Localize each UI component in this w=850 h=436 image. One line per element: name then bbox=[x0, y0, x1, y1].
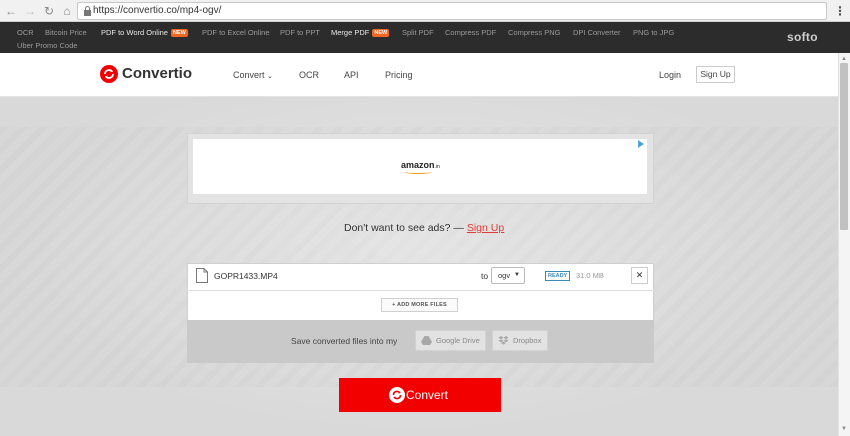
softo-link-merge-pdf[interactable]: Merge PDF NEW bbox=[331, 28, 390, 37]
login-link[interactable]: Login bbox=[659, 70, 681, 80]
convertio-logo-text[interactable]: Convertio bbox=[122, 65, 192, 82]
no-ads-signup-link[interactable]: Sign Up bbox=[467, 222, 504, 234]
nav-api[interactable]: API bbox=[344, 70, 359, 80]
no-ads-text: Don't want to see ads? — Sign Up bbox=[344, 222, 505, 234]
convert-icon bbox=[389, 387, 405, 403]
adchoices-icon[interactable] bbox=[637, 140, 645, 148]
url-text: https://convertio.co/mp4-ogv/ bbox=[93, 5, 222, 16]
convert-button[interactable]: Convert bbox=[339, 378, 501, 412]
scrollbar-thumb[interactable] bbox=[840, 63, 848, 230]
file-size: 31.0 MB bbox=[576, 271, 604, 280]
browser-menu-icon[interactable]: ⋮ bbox=[834, 3, 846, 19]
softo-link-pdf-to-ppt[interactable]: PDF to PPT bbox=[280, 28, 320, 37]
reload-icon[interactable]: ↻ bbox=[41, 3, 57, 19]
softo-bar: OCR Bitcoin Price PDF to Word Online NEW … bbox=[0, 22, 850, 53]
nav-convert[interactable]: Convert ⌄ bbox=[233, 70, 273, 80]
softo-link-compress-png[interactable]: Compress PNG bbox=[508, 28, 561, 37]
to-label: to bbox=[481, 271, 489, 281]
dropbox-icon bbox=[498, 336, 509, 345]
save-label: Save converted files into my bbox=[291, 336, 398, 346]
forward-arrow-icon[interactable]: → bbox=[22, 3, 38, 19]
browser-toolbar: ← → ↻ ⌂ https://convertio.co/mp4-ogv/ ⋮ bbox=[0, 0, 850, 22]
add-more-files-button[interactable]: + ADD MORE FILES bbox=[381, 298, 458, 312]
signup-button[interactable]: Sign Up bbox=[696, 66, 735, 83]
address-bar[interactable]: https://convertio.co/mp4-ogv/ bbox=[77, 2, 827, 20]
amazon-logo[interactable]: amazon.in bbox=[401, 160, 440, 170]
target-format-select[interactable]: ogv ▼ bbox=[491, 267, 525, 284]
site-header: Convertio Convert ⌄ OCR API Pricing Logi… bbox=[0, 53, 838, 97]
new-badge: NEW bbox=[372, 29, 390, 37]
home-icon[interactable]: ⌂ bbox=[59, 3, 75, 19]
softo-logo[interactable]: softo bbox=[787, 30, 818, 44]
google-drive-button[interactable]: Google Drive bbox=[415, 330, 486, 351]
softo-link-bitcoin-price[interactable]: Bitcoin Price bbox=[45, 28, 87, 37]
file-name: GOPR1433.MP4 bbox=[214, 271, 278, 281]
softo-link-pdf-to-word[interactable]: PDF to Word Online NEW bbox=[101, 28, 188, 37]
scroll-down-icon[interactable]: ▼ bbox=[841, 426, 847, 432]
nav-ocr[interactable]: OCR bbox=[299, 70, 319, 80]
softo-link-ocr[interactable]: OCR bbox=[17, 28, 34, 37]
softo-link-compress-pdf[interactable]: Compress PDF bbox=[445, 28, 496, 37]
google-drive-icon bbox=[421, 336, 432, 345]
softo-link-uber-promo[interactable]: Uber Promo Code bbox=[17, 41, 77, 50]
softo-link-pdf-to-excel[interactable]: PDF to Excel Online bbox=[202, 28, 270, 37]
softo-link-dpi-converter[interactable]: DPI Converter bbox=[573, 28, 621, 37]
status-badge: READY bbox=[545, 271, 571, 281]
scroll-up-icon[interactable]: ▲ bbox=[841, 56, 847, 62]
file-icon bbox=[196, 268, 208, 283]
new-badge: NEW bbox=[170, 29, 188, 37]
dropbox-button[interactable]: Dropbox bbox=[492, 330, 548, 351]
caret-down-icon: ▼ bbox=[514, 272, 520, 278]
softo-link-png-to-jpg[interactable]: PNG to JPG bbox=[633, 28, 674, 37]
softo-link-split-pdf[interactable]: Split PDF bbox=[402, 28, 434, 37]
convertio-logo-icon[interactable] bbox=[100, 65, 118, 83]
nav-pricing[interactable]: Pricing bbox=[385, 70, 413, 80]
chevron-down-icon: ⌄ bbox=[267, 73, 273, 80]
remove-file-button[interactable]: ✕ bbox=[631, 267, 648, 284]
back-arrow-icon[interactable]: ← bbox=[3, 3, 19, 19]
amazon-smile-icon bbox=[404, 170, 432, 174]
lock-icon bbox=[84, 6, 91, 16]
